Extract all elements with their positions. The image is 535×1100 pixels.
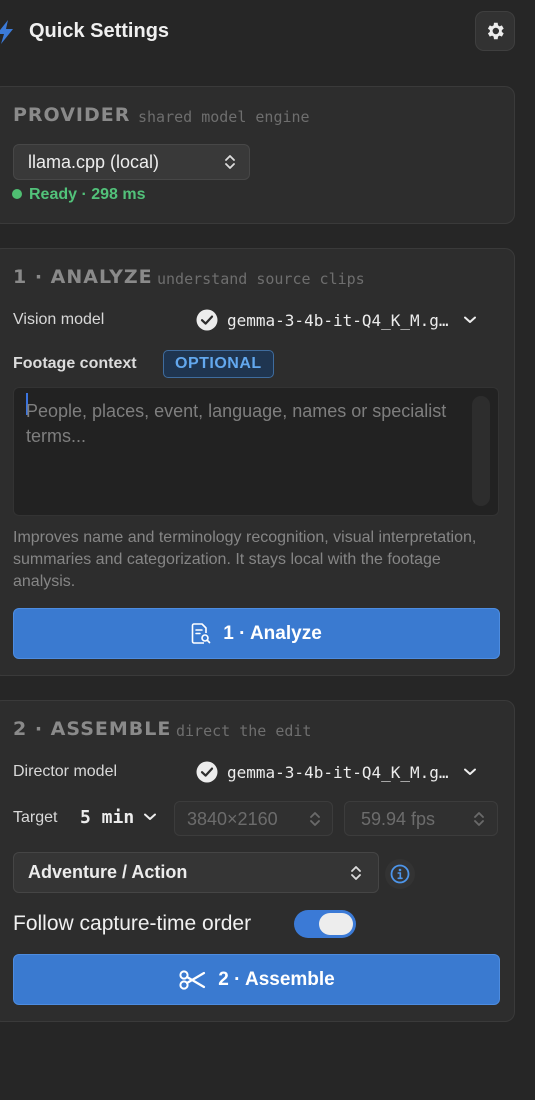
document-search-icon [191,622,211,644]
gear-icon [487,22,504,40]
footage-context-placeholder: People, places, event, language, names o… [26,401,447,446]
toggle-knob [319,913,353,935]
assemble-subtitle: direct the edit [176,722,312,740]
footage-context-input[interactable]: People, places, event, language, names o… [13,387,499,516]
capture-order-label: Follow capture-time order [13,912,252,935]
updown-chevron-icon [474,812,484,826]
provider-subtitle: shared model engine [138,108,310,126]
textarea-scrollbar[interactable] [472,396,490,506]
check-circle-icon [196,761,218,783]
chevron-down-icon [144,813,156,820]
panel-title: Quick Settings [29,20,170,42]
target-duration-value: 5 min [80,807,135,828]
chevron-down-icon [464,316,476,323]
analyze-button-label: 1 · Analyze [223,622,322,644]
director-model-value: gemma-3-4b-it-Q4_K_M.g… [227,763,449,782]
scissors-icon [179,969,206,990]
updown-chevron-icon [225,155,235,169]
fps-select[interactable]: 59.94 fps [344,801,498,836]
provider-status: Ready · 298 ms [12,186,146,204]
footage-context-help: Improves name and terminology recognitio… [13,529,477,590]
check-circle-icon [196,309,218,331]
optional-badge: OPTIONAL [163,350,274,378]
status-dot-icon [12,189,22,199]
settings-button[interactable] [475,11,515,51]
assemble-button-label: 2 · Assemble [218,968,335,990]
footage-context-label: Footage context [13,355,137,372]
chevron-down-icon [464,768,476,775]
provider-title: PROVIDER [13,104,131,126]
updown-chevron-icon [351,866,361,880]
assemble-button[interactable]: 2 · Assemble [13,954,500,1005]
vision-model-label: Vision model [13,311,105,328]
resolution-select[interactable]: 3840×2160 [174,801,333,836]
target-label: Target [13,809,58,826]
updown-chevron-icon [310,812,320,826]
analyze-button[interactable]: 1 · Analyze [13,608,500,659]
director-model-label: Director model [13,763,118,780]
assemble-panel: 2 · ASSEMBLE direct the edit Director mo… [0,700,515,1022]
info-icon [390,864,410,884]
style-info-button[interactable] [385,859,415,889]
style-select[interactable]: Adventure / Action [13,852,379,893]
vision-model-value: gemma-3-4b-it-Q4_K_M.g… [227,311,449,330]
assemble-title: 2 · ASSEMBLE [13,718,172,740]
fps-value: 59.94 fps [361,809,436,829]
style-value: Adventure / Action [28,862,188,882]
capture-order-toggle[interactable] [294,910,356,938]
analyze-title: 1 · ANALYZE [13,266,153,288]
provider-select-value: llama.cpp (local) [28,152,160,172]
provider-select[interactable]: llama.cpp (local) [13,144,250,180]
analyze-panel: 1 · ANALYZE understand source clips Visi… [0,248,515,676]
header: Quick Settings [0,0,535,64]
analyze-subtitle: understand source clips [157,270,365,288]
lightning-icon [0,20,13,44]
resolution-value: 3840×2160 [187,809,278,829]
